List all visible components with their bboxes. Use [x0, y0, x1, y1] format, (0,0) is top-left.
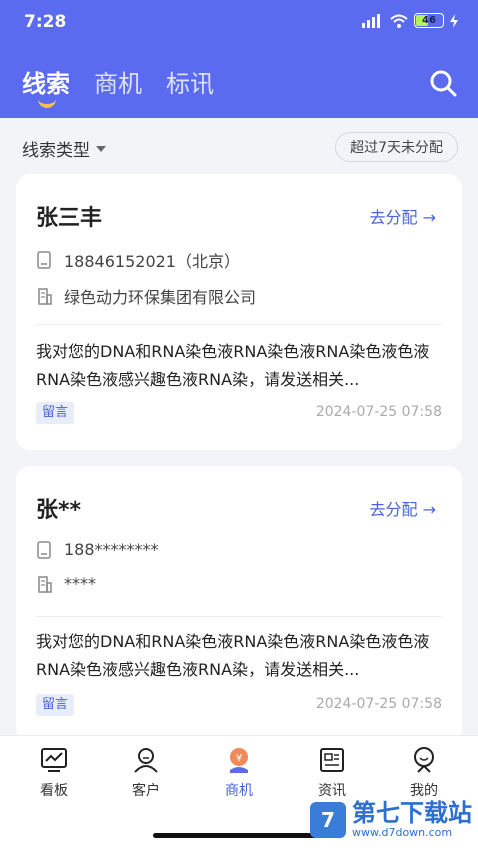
status-icons: 46 [362, 13, 458, 28]
lead-phone-row: 188******** [36, 540, 159, 559]
news-icon [320, 748, 344, 772]
opportunity-icon: ¥ [230, 748, 248, 773]
customer-icon [134, 748, 158, 773]
lead-company-row: 绿色动力环保集团有限公司 [36, 284, 256, 308]
tab-active-indicator [38, 98, 56, 108]
nav-dashboard-label: 看板 [40, 783, 68, 799]
message-tag: 留言 [36, 694, 75, 716]
nav-opportunities-label: 商机 [225, 783, 253, 799]
lead-name: 张** [36, 498, 82, 523]
lead-phone-row: 18846152021（北京） [36, 248, 240, 272]
lead-type-dropdown[interactable]: 线索类型 [22, 136, 106, 161]
battery-icon: 46 [414, 13, 444, 28]
app-header: 7:28 46 线索 商机 标讯 [0, 0, 478, 118]
lead-message: 我对您的DNA和RNA染色液RNA染色液RNA染色液色液RNA染色液感兴趣色液R… [36, 342, 430, 389]
svg-text:¥: ¥ [236, 753, 242, 764]
tab-bids[interactable]: 标讯 [166, 64, 214, 99]
card-divider [36, 616, 442, 617]
nav-news[interactable]: 资讯 [292, 746, 372, 800]
unassigned-7-days-chip[interactable]: 超过7天未分配 [335, 132, 458, 162]
signal-icon [362, 13, 380, 28]
lead-time: 2024-07-25 07:58 [315, 696, 442, 712]
watermark-logo-icon: 7 [310, 801, 346, 838]
assign-button[interactable]: 去分配 → [370, 496, 437, 520]
lead-company: 绿色动力环保集团有限公司 [64, 288, 257, 307]
tab-leads[interactable]: 线索 [22, 64, 70, 108]
home-indicator[interactable] [153, 833, 323, 838]
building-icon [38, 575, 52, 593]
watermark-text: 第七下载站 www.d7down.com [352, 800, 472, 839]
top-tabs: 线索 商机 标讯 [22, 64, 214, 108]
lead-card[interactable]: 张** 去分配 → 188******** **** 我对您的DNA和RNA染色… [16, 466, 462, 742]
lead-name: 张三丰 [36, 206, 103, 231]
caret-down-icon [96, 145, 106, 152]
charging-icon [450, 13, 458, 28]
assign-label: 去分配 → [369, 500, 437, 519]
filter-bar: 线索类型 超过7天未分配 [0, 118, 478, 174]
card-divider [36, 324, 442, 325]
lead-phone: 188******** [64, 540, 159, 559]
lead-company-row: **** [36, 574, 96, 593]
search-icon[interactable] [428, 68, 458, 98]
profile-icon [414, 747, 434, 773]
unassigned-chip-label: 超过7天未分配 [350, 140, 443, 156]
watermark-subtitle: www.d7down.com [352, 826, 453, 839]
tab-leads-label: 线索 [22, 70, 70, 98]
lead-type-label: 线索类型 [22, 141, 90, 161]
tab-opportunities[interactable]: 商机 [94, 64, 142, 99]
watermark-title: 第七下载站 [352, 799, 472, 827]
nav-profile[interactable]: 我的 [384, 746, 464, 800]
battery-level: 46 [422, 15, 436, 26]
status-time: 7:28 [24, 12, 67, 32]
watermark: 7 第七下载站 www.d7down.com [310, 800, 472, 839]
lead-message: 我对您的DNA和RNA染色液RNA染色液RNA染色液色液RNA染色液感兴趣色液R… [36, 632, 430, 679]
lead-company: **** [64, 574, 96, 593]
dashboard-icon [41, 748, 67, 772]
lead-card[interactable]: 张三丰 去分配 → 18846152021（北京） 绿色动力环保集团有限公司 我… [16, 174, 462, 450]
message-tag: 留言 [36, 402, 75, 424]
status-bar: 7:28 46 [0, 0, 478, 44]
nav-opportunities[interactable]: ¥ 商机 [199, 746, 279, 800]
nav-profile-label: 我的 [410, 783, 438, 799]
nav-dashboard[interactable]: 看板 [14, 746, 94, 800]
tab-bids-label: 标讯 [166, 70, 214, 98]
assign-button[interactable]: 去分配 → [370, 204, 437, 228]
nav-customers-label: 客户 [132, 783, 160, 799]
wifi-icon [390, 14, 408, 28]
phone-icon [37, 251, 51, 269]
building-icon [38, 288, 52, 305]
lead-phone: 18846152021（北京） [64, 252, 240, 271]
tab-opportunities-label: 商机 [94, 70, 142, 98]
lead-time: 2024-07-25 07:58 [315, 404, 442, 420]
nav-customers[interactable]: 客户 [106, 746, 186, 800]
nav-news-label: 资讯 [318, 783, 346, 799]
assign-label: 去分配 → [369, 208, 437, 227]
phone-icon [37, 540, 51, 559]
